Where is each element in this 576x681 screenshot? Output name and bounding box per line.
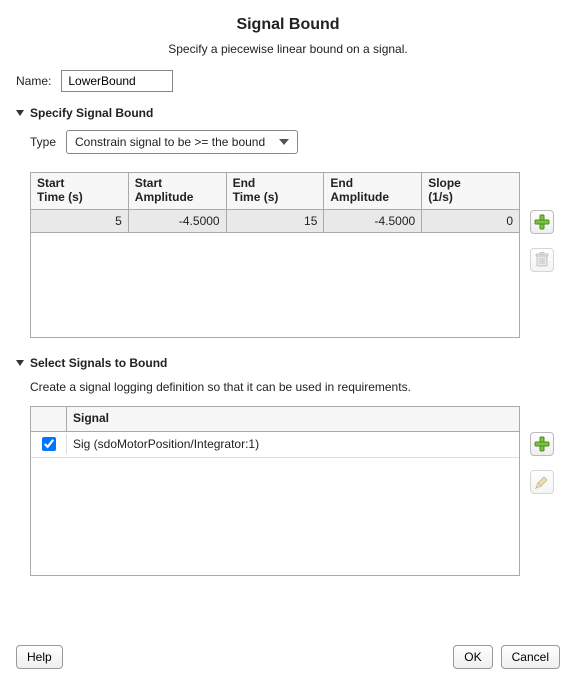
specify-section-toggle[interactable]: Specify Signal Bound <box>16 106 560 120</box>
type-row: Type Constrain signal to be >= the bound <box>30 130 560 154</box>
signals-table: Signal Sig (sdoMotorPosition/Integrator:… <box>30 406 520 576</box>
chevron-down-icon <box>279 139 289 145</box>
col-start-amp: Start Amplitude <box>128 173 226 210</box>
col-end-time: End Time (s) <box>226 173 324 210</box>
trash-icon <box>535 252 549 268</box>
edit-signal-button[interactable] <box>530 470 554 494</box>
signals-area: Signal Sig (sdoMotorPosition/Integrator:… <box>30 406 560 576</box>
list-item[interactable]: Sig (sdoMotorPosition/Integrator:1) <box>31 432 519 458</box>
signal-bound-dialog: Signal Bound Specify a piecewise linear … <box>0 0 576 681</box>
cell-start-time[interactable]: 5 <box>31 209 129 232</box>
bounds-table-area: Start Time (s) Start Amplitude End Time … <box>30 172 560 338</box>
type-select[interactable]: Constrain signal to be >= the bound <box>66 130 298 154</box>
col-end-amp: End Amplitude <box>324 173 422 210</box>
cancel-button[interactable]: Cancel <box>501 645 560 669</box>
select-signals-helper: Create a signal logging definition so th… <box>30 380 560 394</box>
name-row: Name: <box>16 70 560 92</box>
dialog-title: Signal Bound <box>16 16 560 34</box>
name-input[interactable] <box>61 70 173 92</box>
pencil-icon <box>535 475 549 489</box>
select-signals-section-title: Select Signals to Bound <box>30 356 167 370</box>
type-label: Type <box>30 135 56 149</box>
type-select-value: Constrain signal to be >= the bound <box>75 135 265 149</box>
cell-end-amp[interactable]: -4.5000 <box>324 209 422 232</box>
delete-row-button[interactable] <box>530 248 554 272</box>
specify-section-title: Specify Signal Bound <box>30 106 153 120</box>
bounds-table[interactable]: Start Time (s) Start Amplitude End Time … <box>30 172 520 233</box>
signals-signal-col-header: Signal <box>67 407 519 431</box>
col-start-time: Start Time (s) <box>31 173 129 210</box>
help-button[interactable]: Help <box>16 645 63 669</box>
add-signal-button[interactable] <box>530 432 554 456</box>
plus-icon <box>534 214 550 230</box>
signals-side-buttons <box>530 406 554 494</box>
dialog-subtitle: Specify a piecewise linear bound on a si… <box>16 42 560 56</box>
signal-label: Sig (sdoMotorPosition/Integrator:1) <box>67 437 519 451</box>
add-row-button[interactable] <box>530 210 554 234</box>
signals-empty-area <box>31 458 519 575</box>
bounds-side-buttons <box>530 172 554 272</box>
signal-checkbox[interactable] <box>42 437 56 451</box>
signals-header: Signal <box>31 407 519 432</box>
bounds-table-wrap: Start Time (s) Start Amplitude End Time … <box>30 172 520 338</box>
table-row[interactable]: 5 -4.5000 15 -4.5000 0 <box>31 209 520 232</box>
plus-icon <box>534 436 550 452</box>
select-signals-section-toggle[interactable]: Select Signals to Bound <box>16 356 560 370</box>
ok-button[interactable]: OK <box>453 645 492 669</box>
cell-start-amp[interactable]: -4.5000 <box>128 209 226 232</box>
bounds-table-empty-area <box>30 233 520 338</box>
dialog-footer: Help OK Cancel <box>16 645 560 669</box>
cell-slope[interactable]: 0 <box>422 209 520 232</box>
col-slope: Slope (1/s) <box>422 173 520 210</box>
cell-end-time[interactable]: 15 <box>226 209 324 232</box>
name-label: Name: <box>16 74 51 88</box>
chevron-down-icon <box>16 110 24 116</box>
chevron-down-icon <box>16 360 24 366</box>
signals-check-col-header <box>31 407 67 431</box>
